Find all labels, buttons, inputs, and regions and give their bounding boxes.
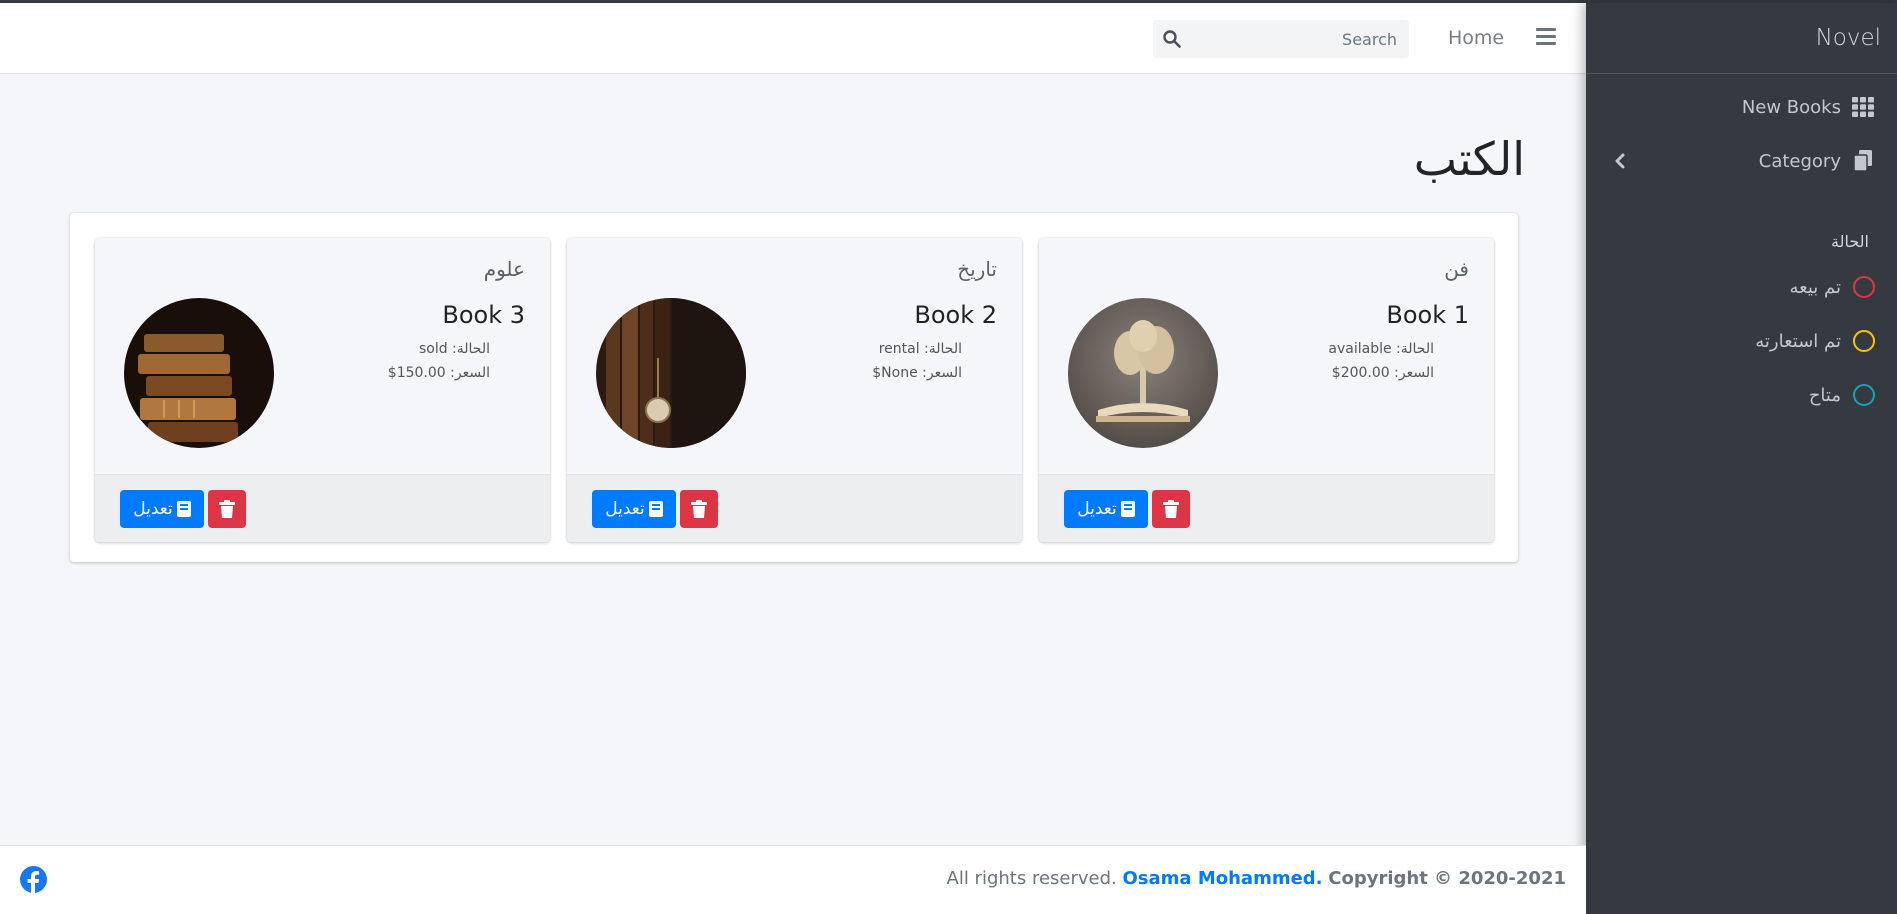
search-box[interactable] xyxy=(1153,20,1409,58)
edit-button[interactable]: تعديل xyxy=(1064,490,1148,528)
trash-icon xyxy=(219,500,235,518)
status-label: تم بيعه xyxy=(1789,276,1842,298)
status-item-sold[interactable]: تم بيعه xyxy=(1789,276,1875,298)
book-category: فن xyxy=(1444,257,1469,281)
book-card: علوم Book 3 الحالة: sold السعر: 150.00$ … xyxy=(95,238,550,542)
status-item-available[interactable]: متاح xyxy=(1809,384,1875,406)
book-price: السعر: None$ xyxy=(872,365,962,381)
book-image xyxy=(124,298,274,448)
page-footer: All rights reserved. Osama Mohammed. Cop… xyxy=(0,845,1586,914)
book-status: الحالة: sold xyxy=(418,341,490,357)
status-label: متاح xyxy=(1808,384,1841,406)
book-status: الحالة: available xyxy=(1328,341,1434,357)
edit-label: تعديل xyxy=(605,499,645,519)
status-section-header: الحالة xyxy=(1831,232,1869,251)
book-card: فن Book 1 الحالة: available السعر: 200.0… xyxy=(1039,238,1494,542)
book-image xyxy=(1068,298,1218,448)
author-link[interactable]: Osama Mohammed. xyxy=(1123,868,1323,889)
status-label: تم استعارته xyxy=(1755,330,1841,352)
book-image xyxy=(596,298,746,448)
book-icon xyxy=(1120,501,1135,517)
facebook-icon[interactable] xyxy=(20,866,47,893)
menu-toggle-icon[interactable] xyxy=(1536,28,1556,46)
sidebar: Novel New Books Category الحالة تم بيعه xyxy=(1586,3,1897,914)
home-link[interactable]: Home xyxy=(1448,27,1504,49)
rights-text: All rights reserved. xyxy=(946,868,1117,889)
edit-label: تعديل xyxy=(133,499,173,519)
search-input[interactable] xyxy=(1193,20,1399,58)
chevron-left-icon[interactable] xyxy=(1614,153,1626,169)
book-price: السعر: 200.00$ xyxy=(1331,365,1434,381)
copyright-prefix: Copyright © 2020-2021 xyxy=(1328,868,1566,889)
trash-icon xyxy=(1163,500,1179,518)
book-category: تاريخ xyxy=(957,257,997,281)
copyright-text: All rights reserved. Osama Mohammed. Cop… xyxy=(947,868,1566,889)
search-icon[interactable] xyxy=(1163,30,1181,48)
book-card: تاريخ Book 2 الحالة: rental السعر: None$… xyxy=(567,238,1022,542)
grid-icon xyxy=(1851,95,1875,119)
edit-button[interactable]: تعديل xyxy=(592,490,676,528)
delete-button[interactable] xyxy=(680,490,718,528)
book-icon xyxy=(176,501,191,517)
edit-label: تعديل xyxy=(1077,499,1117,519)
sidebar-item-label: New Books xyxy=(1741,96,1841,118)
book-status: الحالة: rental xyxy=(878,341,962,357)
circle-outline-icon xyxy=(1853,384,1875,406)
book-title: Book 2 xyxy=(914,301,997,329)
sidebar-item-label: Category xyxy=(1758,150,1841,172)
circle-outline-icon xyxy=(1853,330,1875,352)
card-footer: تعديل xyxy=(567,474,1022,542)
edit-button[interactable]: تعديل xyxy=(120,490,204,528)
card-footer: تعديل xyxy=(1039,474,1494,542)
sidebar-item-category[interactable]: Category xyxy=(1759,149,1875,173)
delete-button[interactable] xyxy=(1152,490,1190,528)
book-icon xyxy=(648,501,663,517)
sidebar-item-new-books[interactable]: New Books xyxy=(1742,95,1875,119)
delete-button[interactable] xyxy=(208,490,246,528)
page-title: الكتب xyxy=(1413,132,1525,186)
book-title: Book 1 xyxy=(1386,301,1469,329)
status-item-rented[interactable]: تم استعارته xyxy=(1755,330,1875,352)
top-navbar: Home xyxy=(0,3,1586,74)
book-price: السعر: 150.00$ xyxy=(387,365,490,381)
card-footer: تعديل xyxy=(95,474,550,542)
copy-icon xyxy=(1851,149,1875,173)
book-category: علوم xyxy=(483,257,525,281)
brand-logo[interactable]: Novel xyxy=(1586,3,1897,74)
circle-outline-icon xyxy=(1853,276,1875,298)
trash-icon xyxy=(691,500,707,518)
book-title: Book 3 xyxy=(442,301,525,329)
